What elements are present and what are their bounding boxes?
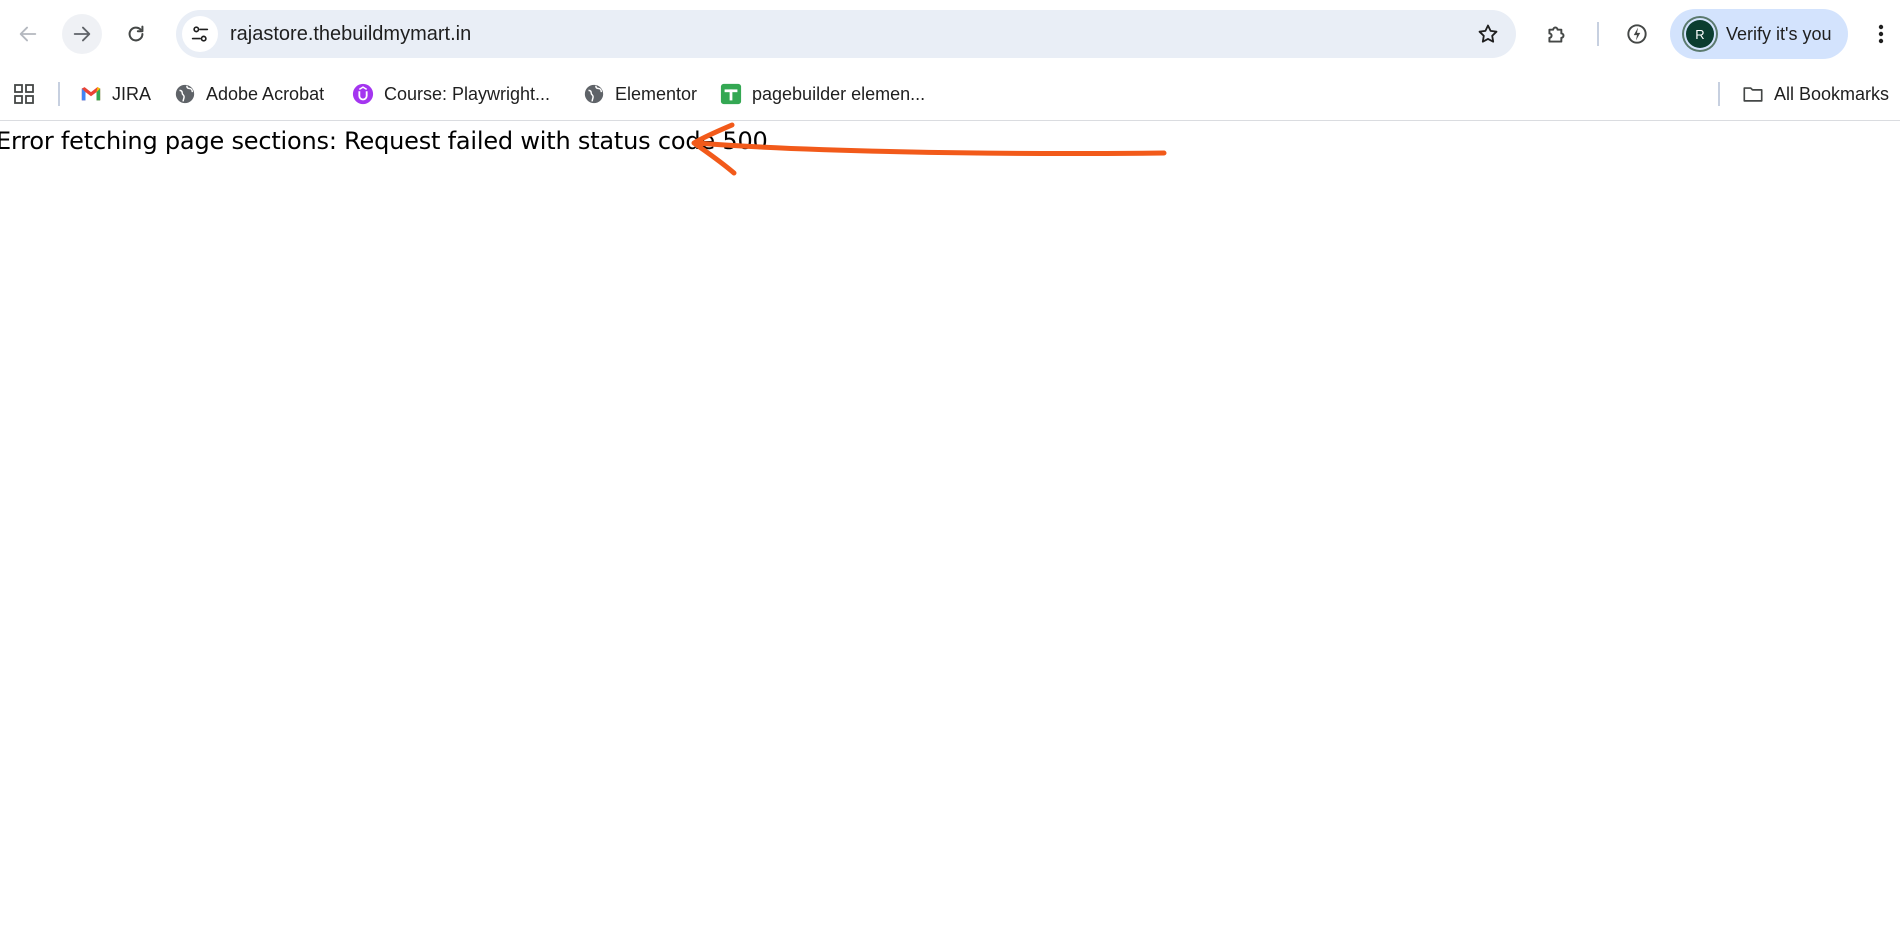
browser-toolbar: rajastore.thebuildmymart.in R Verify it'… — [0, 0, 1900, 68]
apps-grid-icon — [14, 84, 34, 104]
bookmark-label: JIRA — [112, 83, 152, 104]
extensions-button[interactable] — [1537, 14, 1577, 54]
folder-icon — [1742, 83, 1764, 105]
verify-label: Verify it's you — [1726, 23, 1832, 44]
arrow-right-icon — [73, 26, 91, 42]
all-bookmarks-label: All Bookmarks — [1774, 83, 1890, 104]
bookmarks-divider — [1718, 82, 1720, 106]
reload-icon — [128, 25, 144, 42]
page-content: Error fetching page sections: Request fa… — [0, 121, 1900, 943]
bookmark-label: Adobe Acrobat — [206, 83, 325, 104]
address-bar[interactable]: rajastore.thebuildmymart.in — [176, 10, 1516, 58]
browser-menu-button[interactable] — [1866, 14, 1896, 54]
globe-icon — [174, 83, 196, 105]
bookmark-jira[interactable]: JIRA — [80, 76, 151, 112]
gmail-icon — [80, 83, 102, 105]
back-button[interactable] — [8, 14, 48, 54]
profile-verify-button[interactable]: R Verify it's you — [1670, 9, 1848, 59]
toolbar-divider — [1597, 22, 1599, 46]
bookmarks-bar: JIRA Adobe Acrobat Course: Playwright... — [0, 68, 1900, 121]
apps-button[interactable] — [10, 80, 38, 108]
site-info-button[interactable] — [182, 16, 218, 52]
bookmark-label: Elementor — [615, 83, 698, 104]
bookmark-adobe-acrobat[interactable]: Adobe Acrobat — [174, 76, 324, 112]
puzzle-icon — [1548, 26, 1565, 43]
bookmark-star-button[interactable] — [1470, 16, 1506, 52]
kebab-menu-icon — [1878, 24, 1884, 44]
all-bookmarks-button[interactable]: All Bookmarks — [1742, 76, 1889, 112]
avatar: R — [1686, 20, 1714, 48]
bookmark-label: Course: Playwright... — [384, 83, 551, 104]
forward-button[interactable] — [62, 14, 102, 54]
arrow-left-icon — [19, 26, 37, 42]
tune-icon — [191, 26, 209, 42]
performance-button[interactable] — [1617, 14, 1657, 54]
bookmark-elementor[interactable]: Elementor — [583, 76, 697, 112]
url-text[interactable]: rajastore.thebuildmymart.in — [230, 10, 471, 58]
star-icon — [1478, 24, 1498, 43]
udemy-icon — [352, 83, 374, 105]
sheets-icon — [720, 83, 742, 105]
globe-icon — [583, 83, 605, 105]
reload-button[interactable] — [116, 14, 156, 54]
performance-icon — [1627, 24, 1647, 44]
annotation-arrow — [691, 122, 1167, 176]
bookmarks-divider — [58, 82, 60, 106]
bookmark-label: pagebuilder elemen... — [752, 83, 926, 104]
error-message: Error fetching page sections: Request fa… — [0, 127, 768, 155]
bookmark-course-playwright[interactable]: Course: Playwright... — [352, 76, 550, 112]
bookmark-pagebuilder[interactable]: pagebuilder elemen... — [720, 76, 925, 112]
